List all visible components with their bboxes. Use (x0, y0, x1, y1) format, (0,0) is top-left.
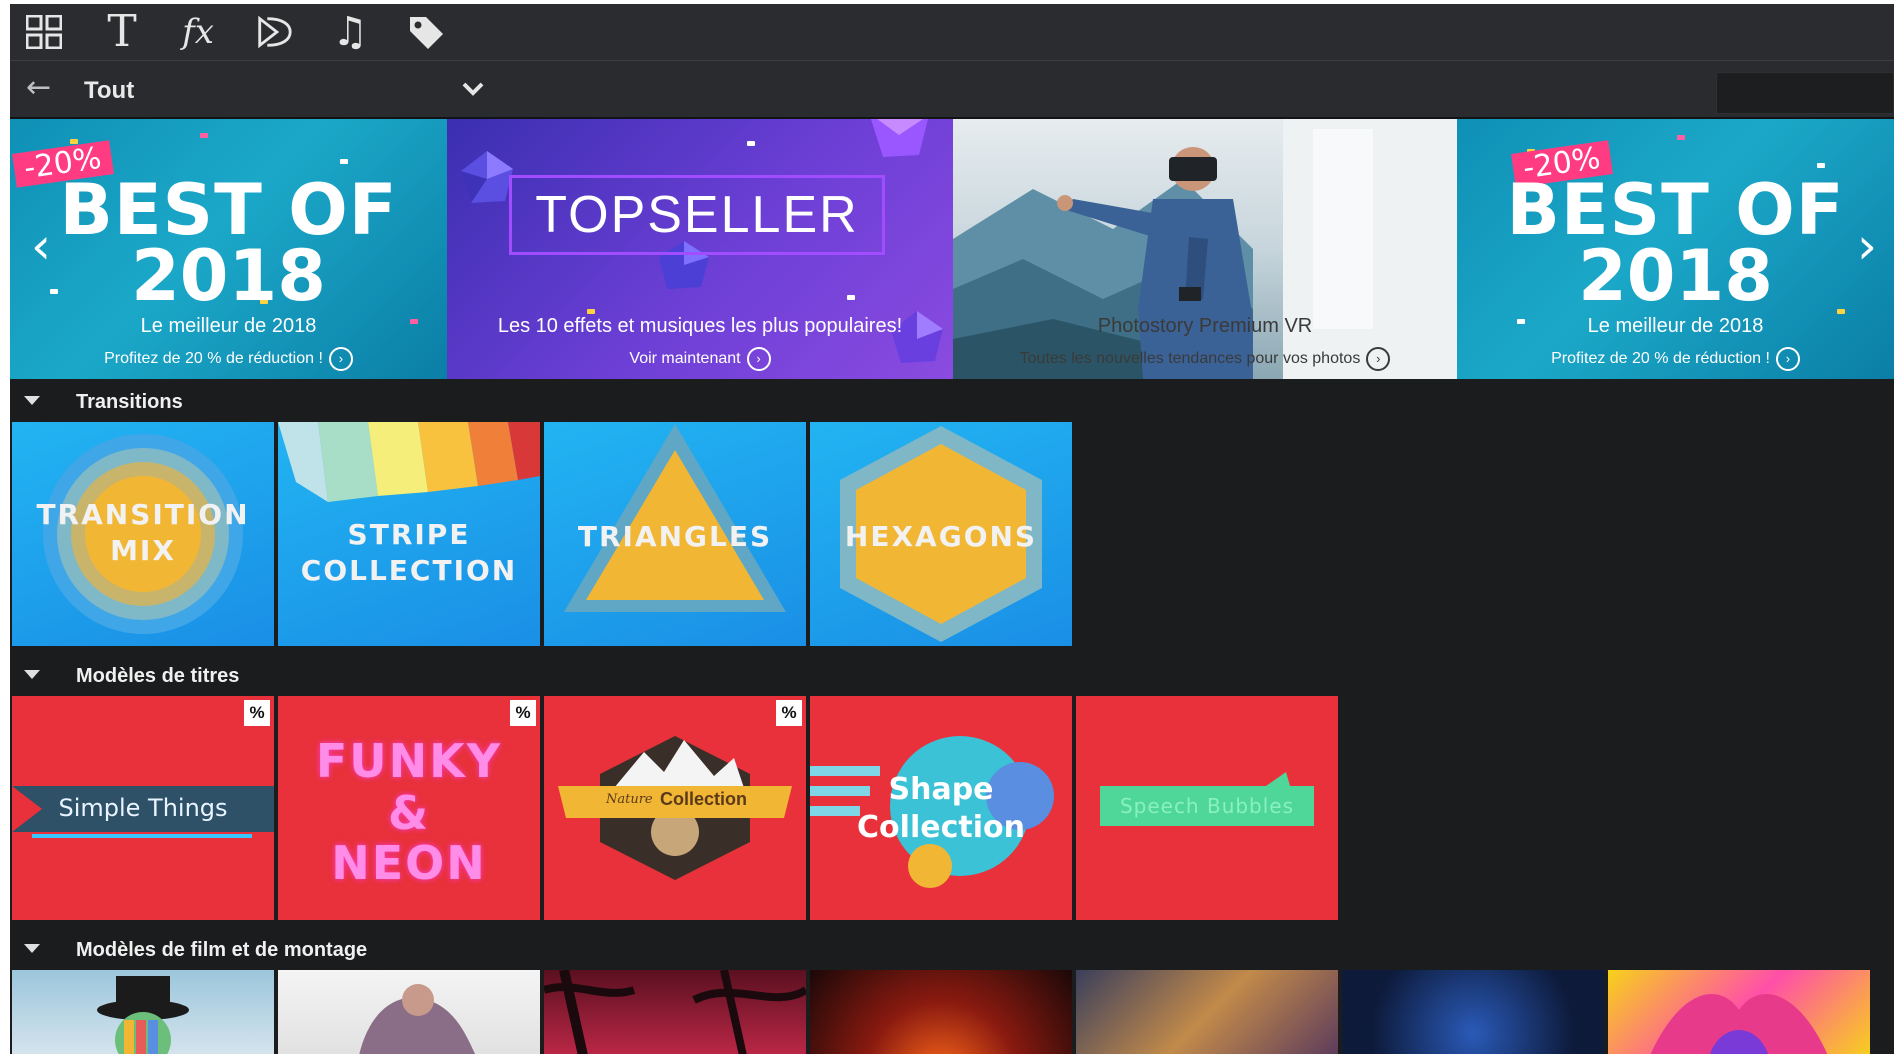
slide-best-of-2018-repeat[interactable]: -20% BEST OF 2018 Le meilleur de 2018 Pr… (1457, 119, 1894, 379)
tile-label-line1: FUNKY (315, 734, 503, 788)
film-template-thumbnail[interactable] (1608, 970, 1870, 1054)
circle-arrow-icon: › (746, 347, 771, 371)
film-template-thumbnail[interactable] (544, 970, 806, 1054)
slide-subtitle: Le meilleur de 2018 (140, 315, 317, 337)
tile-label: Speech Bubbles (1119, 794, 1295, 818)
asset-browser-window: T fx ♫ ← Tout -20% BEST OF 2018 Le meill… (10, 4, 1894, 1054)
carousel-prev-arrow[interactable]: ‹ (24, 221, 58, 271)
tile-stripe-collection[interactable]: STRIPE COLLECTION (278, 422, 540, 646)
tile-triangles[interactable]: TRIANGLES (544, 422, 806, 646)
slide-cta[interactable]: Toutes les nouvelles tendances pour vos … (953, 347, 1457, 371)
tile-funky-neon[interactable]: FUNKY & NEON % (278, 696, 540, 920)
chevron-down-icon[interactable] (458, 75, 488, 103)
tile-nature-collection[interactable]: Nature Collection % (544, 696, 806, 920)
effects-icon[interactable]: fx (178, 12, 218, 52)
slide-cta-text: Toutes les nouvelles tendances pour vos … (1019, 350, 1361, 368)
tile-label-line1: TRIANGLES (577, 520, 773, 553)
film-template-thumbnail[interactable] (810, 970, 1072, 1054)
tile-label-line3: NEON (331, 836, 487, 890)
shape-collage-art (810, 736, 1054, 888)
tile-label: Simple Things (58, 794, 228, 822)
circle-arrow-icon: › (328, 347, 353, 371)
topseller-title: TOPSELLER (509, 175, 885, 255)
slide-cta-text: Profitez de 20 % de réduction ! (1551, 350, 1770, 368)
section-header-title-templates[interactable]: Modèles de titres (10, 656, 1894, 696)
collapse-caret-icon[interactable] (24, 670, 40, 679)
tile-simple-things[interactable]: Simple Things % (12, 696, 274, 920)
thumbnail-art (544, 970, 806, 1054)
discount-percent-badge: % (510, 700, 536, 726)
thumbnail-art (1650, 994, 1828, 1054)
text-icon[interactable]: T (102, 6, 142, 57)
tile-shape-collection[interactable]: Shape Collection (810, 696, 1072, 920)
tile-label-line1: HEXAGONS (844, 520, 1038, 553)
search-input[interactable] (1716, 72, 1894, 114)
slide-year: 2018 (1578, 235, 1773, 317)
collapse-caret-icon[interactable] (24, 944, 40, 953)
slide-subtitle: Le meilleur de 2018 (1587, 315, 1764, 337)
slide-best-of-2018[interactable]: -20% BEST OF 2018 Le meilleur de 2018 Pr… (10, 119, 447, 379)
collapse-caret-icon[interactable] (24, 396, 40, 405)
film-template-thumbnail[interactable] (12, 970, 274, 1054)
film-template-thumbnail[interactable] (1076, 970, 1338, 1054)
music-glyph: ♫ (332, 9, 368, 55)
filter-bar: ← Tout (10, 61, 1894, 119)
gem-icon (461, 151, 513, 203)
tile-speech-bubbles[interactable]: Speech Bubbles (1076, 696, 1338, 920)
text-glyph: T (107, 6, 137, 57)
transitions-row: TRANSITION MIX STRIPE COLLECTION TRIANGL… (10, 422, 1894, 648)
slide-cta[interactable]: Profitez de 20 % de réduction ! › (10, 347, 447, 371)
film-template-thumbnail[interactable] (1342, 970, 1604, 1054)
tile-label-line2: Collection (857, 810, 1025, 845)
tile-label-line1: TRANSITION (36, 498, 250, 531)
circle-arrow-icon: › (1366, 347, 1391, 371)
discount-percent-badge: % (776, 700, 802, 726)
slide-year: 2018 (131, 235, 326, 317)
tile-label-line1: Shape (888, 772, 994, 807)
slide-subtitle: Photostory Premium VR (1097, 315, 1313, 337)
section-header-transitions[interactable]: Transitions (10, 382, 1894, 422)
section-header-film-templates[interactable]: Modèles de film et de montage (10, 930, 1894, 970)
carousel-next-arrow[interactable]: › (1850, 221, 1884, 271)
category-dropdown-label[interactable]: Tout (84, 77, 134, 105)
slide-photostory-vr[interactable]: Photostory Premium VR Toutes les nouvell… (953, 119, 1457, 379)
title-templates-row: Simple Things % FUNKY & NEON % Nature Co… (10, 696, 1894, 922)
section-title: Transitions (76, 391, 183, 413)
tile-transition-mix[interactable]: TRANSITION MIX (12, 422, 274, 646)
back-arrow-icon[interactable]: ← (26, 73, 60, 103)
tile-label-line2: MIX (110, 534, 176, 567)
film-templates-row (10, 970, 1894, 1054)
thumbnail-art (97, 976, 189, 1054)
tile-hexagons[interactable]: HEXAGONS (810, 422, 1072, 646)
tag-icon[interactable] (406, 12, 446, 52)
tile-label-line2: COLLECTION (300, 554, 518, 587)
category-toolbar: T fx ♫ (10, 4, 1894, 61)
fx-glyph: fx (182, 12, 214, 52)
tile-label: Collection (660, 789, 748, 809)
slide-subtitle: Les 10 effets et musiques les plus popul… (497, 315, 903, 337)
slide-cta[interactable]: Profitez de 20 % de réduction ! › (1457, 347, 1894, 371)
tile-label-line2: & (387, 786, 431, 840)
slide-cta-text: Voir maintenant (629, 350, 741, 368)
promo-carousel: -20% BEST OF 2018 Le meilleur de 2018 Pr… (10, 119, 1894, 379)
tile-label-line1: STRIPE (347, 518, 471, 551)
film-template-thumbnail[interactable] (278, 970, 540, 1054)
discount-percent-badge: % (244, 700, 270, 726)
vr-person-image (953, 119, 1457, 379)
section-title: Modèles de titres (76, 665, 240, 687)
tile-script-label: Nature (606, 792, 653, 807)
thumbnail-art (359, 984, 476, 1054)
slide-topseller[interactable]: TOPSELLER Les 10 effets et musiques les … (447, 119, 953, 379)
gem-icon (870, 119, 928, 157)
circle-arrow-icon: › (1775, 347, 1800, 371)
video-icon[interactable] (254, 12, 294, 52)
section-title: Modèles de film et de montage (76, 939, 368, 961)
slide-cta-text: Profitez de 20 % de réduction ! (104, 350, 323, 368)
slide-cta[interactable]: Voir maintenant › (447, 347, 953, 371)
grid-icon[interactable] (24, 12, 64, 52)
music-icon[interactable]: ♫ (330, 12, 370, 52)
